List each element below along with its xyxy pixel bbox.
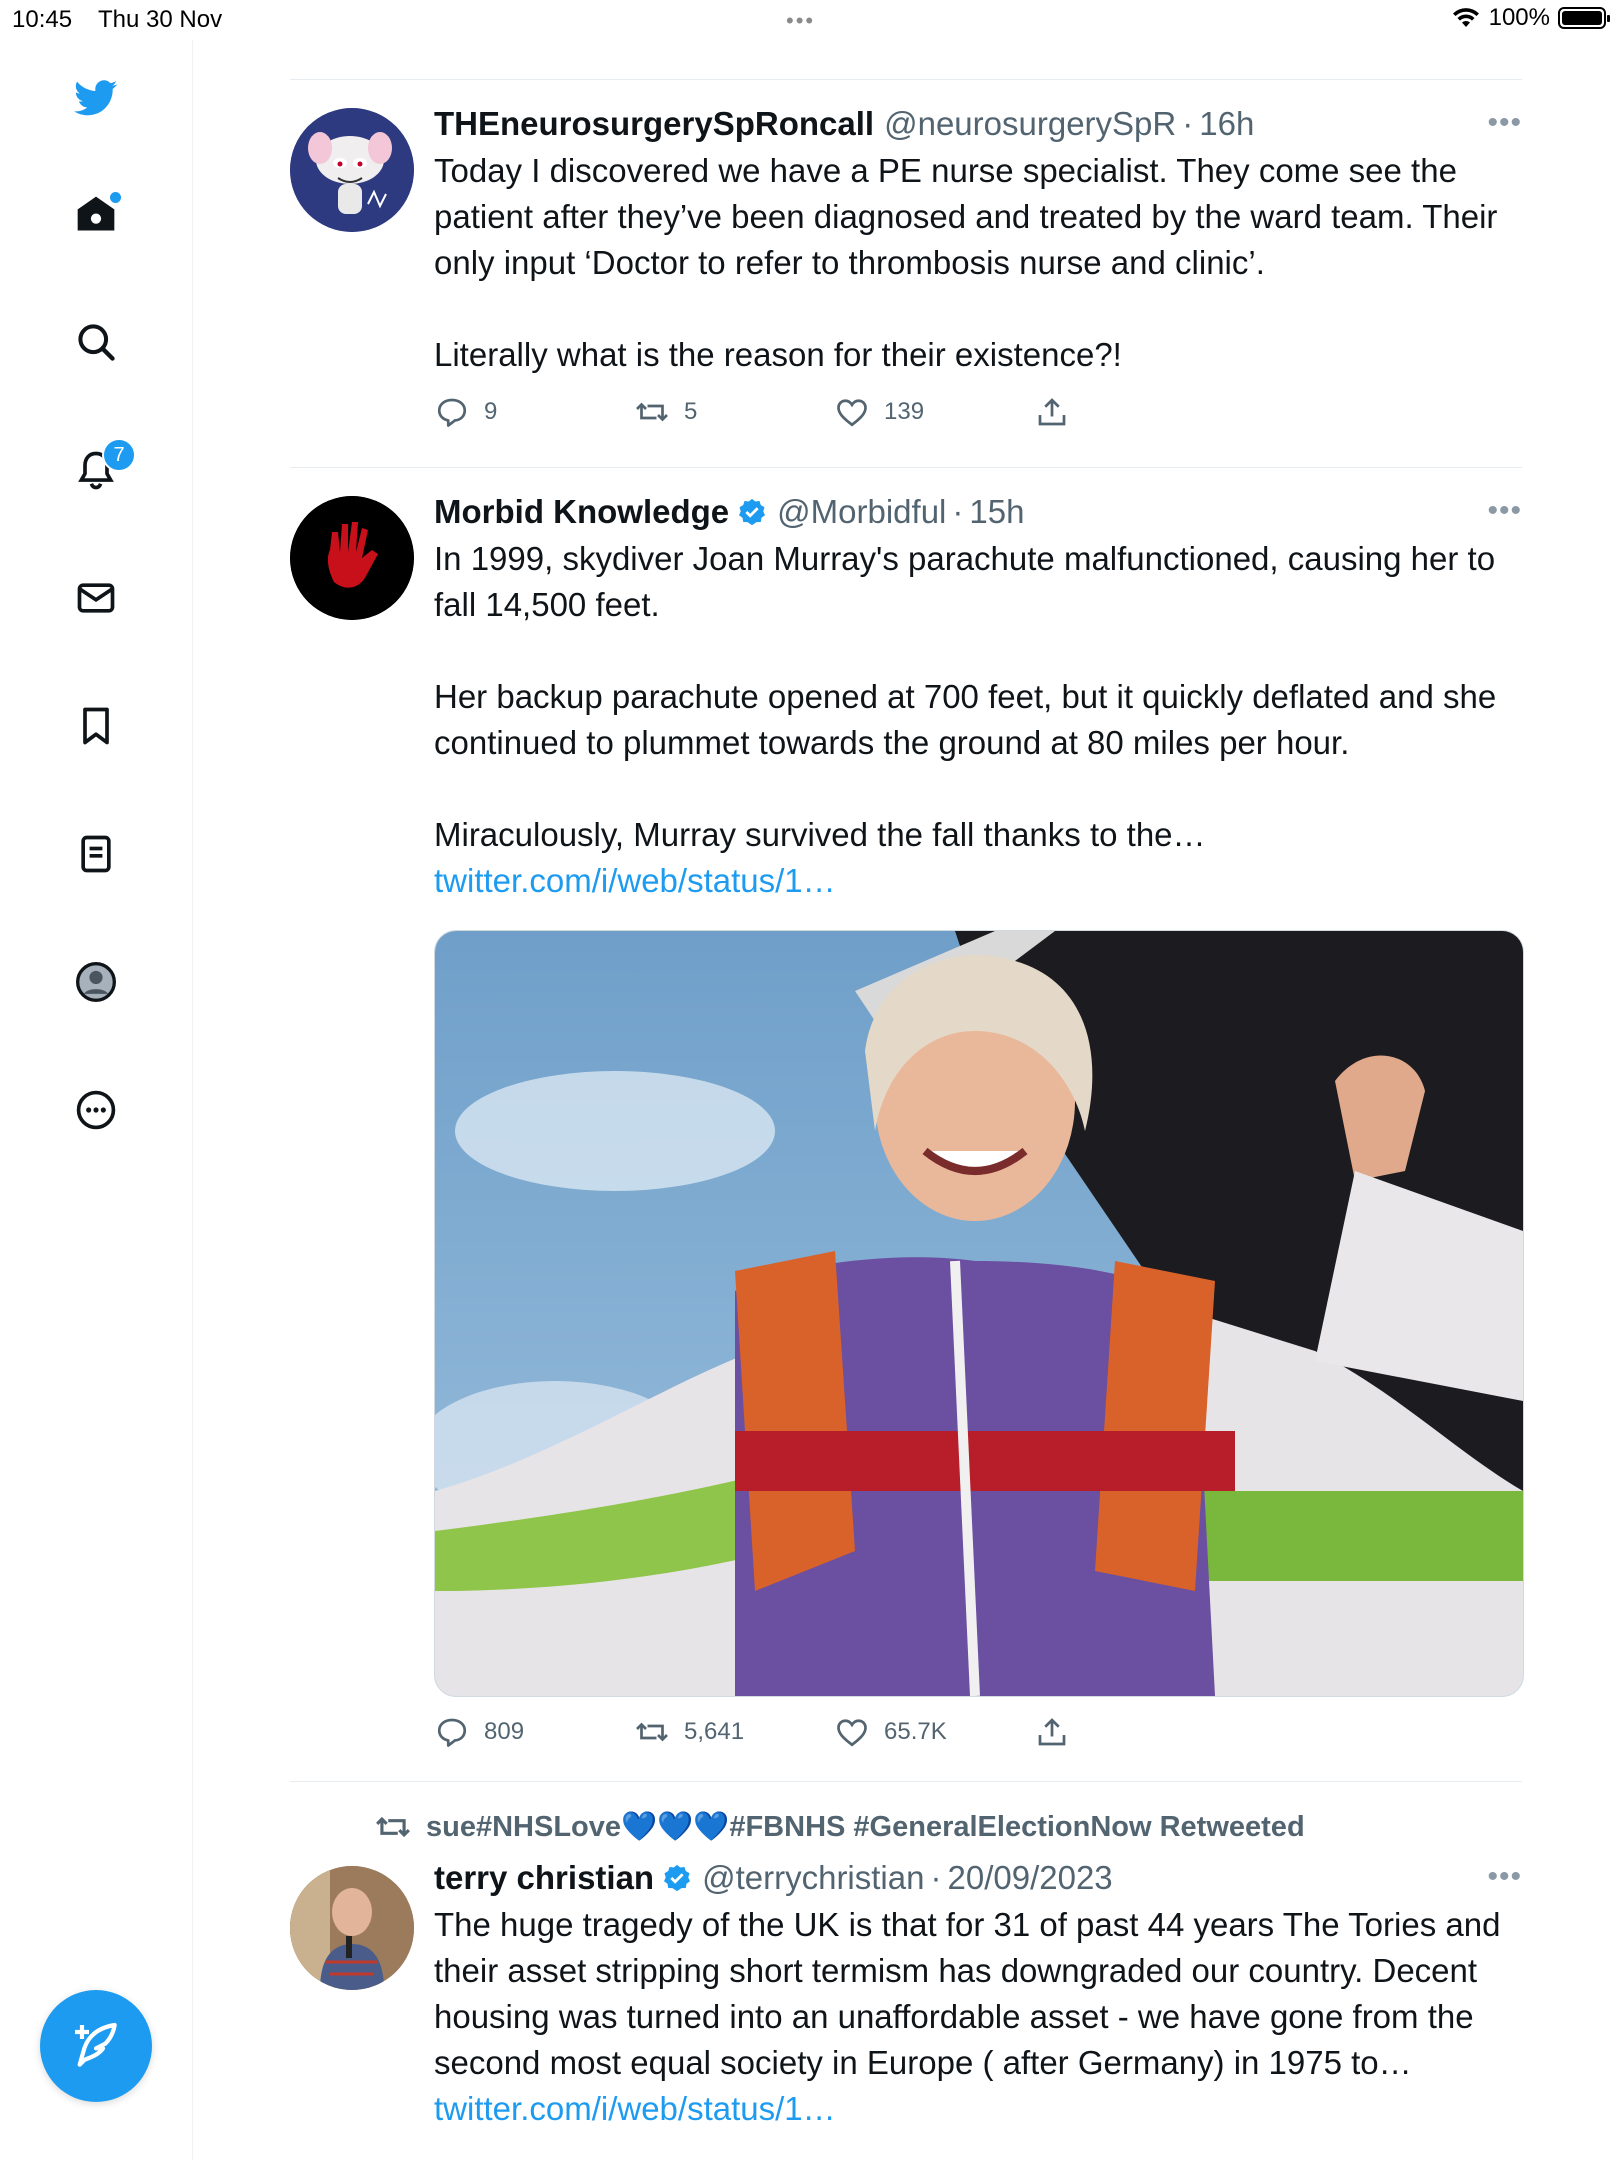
tweet-link[interactable]: twitter.com/i/web/status/1… [434,862,836,899]
tweet-card[interactable]: THEneurosurgerySpRoncall @neurosurgerySp… [290,104,1522,464]
tweet-text-content: The huge tragedy of the UK is that for 3… [434,1906,1501,2081]
lists-icon[interactable] [66,824,126,884]
share-icon [1038,1718,1066,1746]
share-icon [1038,398,1066,426]
tweet-link[interactable]: twitter.com/i/web/status/1… [434,2090,836,2127]
divider [290,79,1522,80]
author-name[interactable]: Morbid Knowledge [434,492,729,532]
messages-envelope-icon[interactable] [66,568,126,628]
reply-count: 809 [484,1718,525,1745]
author-handle[interactable]: @neurosurgerySpR [884,104,1176,144]
tweet-text-content: In 1999, skydiver Joan Murray's parachut… [434,540,1497,853]
divider [290,1781,1522,1782]
twitter-bird-icon[interactable] [66,68,126,128]
retweet-count: 5,641 [684,1718,745,1745]
notifications-bell-icon[interactable]: 7 [66,438,136,500]
skydiver-photo [435,931,1523,1696]
home-icon[interactable] [66,184,126,244]
tweet-body: Morbid Knowledge @Morbidful · 15h ••• In… [434,492,1522,904]
avatar[interactable] [290,496,414,620]
tweet-body: THEneurosurgerySpRoncall @neurosurgerySp… [434,104,1522,378]
retweet-icon [376,1816,410,1838]
like-count: 65.7K [884,1718,947,1745]
tweet-header: THEneurosurgerySpRoncall @neurosurgerySp… [434,104,1522,144]
reply-icon [437,398,467,427]
retweet-icon [636,1722,668,1742]
like-button[interactable]: 139 [834,394,1034,430]
status-time: 10:45 [12,6,73,33]
feather-plus-icon [75,2022,117,2067]
verified-badge-icon [664,1864,691,1892]
tweet-header: terry christian @terrychristian · 20/09/… [434,1858,1522,1898]
compose-tweet-button[interactable] [40,1990,152,2102]
notifications-count-badge: 7 [102,438,136,472]
status-date: Thu 30 Nov [98,6,223,33]
tweet-text: Today I discovered we have a PE nurse sp… [434,152,1498,373]
tweet-body: terry christian @terrychristian · 20/09/… [434,1858,1522,2132]
tweet-time[interactable]: 20/09/2023 [947,1858,1112,1898]
battery-icon [1558,7,1610,29]
tweet-more-icon[interactable]: ••• [1487,1860,1522,1894]
avatar[interactable] [290,1866,414,1990]
retweet-count: 5 [684,398,698,425]
tweet-actions: 9 5 139 [434,394,1234,430]
author-handle[interactable]: @terrychristian [702,1858,924,1898]
tweet-header: Morbid Knowledge @Morbidful · 15h [434,492,1522,532]
bookmarks-icon[interactable] [66,696,126,756]
author-name[interactable]: THEneurosurgerySpRoncall [434,104,874,144]
reply-button[interactable]: 809 [434,1714,634,1750]
home-unread-dot [110,192,121,203]
divider [290,467,1522,468]
retweeted-by-text: sue#NHSLove💙💙💙#FBNHS #GeneralElectionNow… [426,1811,1305,1843]
retweet-button[interactable]: 5 [634,394,834,430]
separator-dot: · [1182,105,1194,142]
tweet-image[interactable] [434,930,1524,1697]
separator-dot: · [952,493,964,530]
tweet-text: In 1999, skydiver Joan Murray's parachut… [434,536,1522,904]
reply-icon [437,1718,467,1747]
like-button[interactable]: 65.7K [834,1714,1034,1750]
tweet-time[interactable]: 16h [1199,104,1254,144]
separator-dot: · [930,1859,942,1896]
retweeted-by-line[interactable]: sue#NHSLove💙💙💙#FBNHS #GeneralElectionNow… [374,1808,1305,1846]
heart-icon [837,399,867,427]
tweet-actions: 809 5,641 65.7K [434,1714,1234,1750]
sidebar: 7 [0,40,193,2160]
retweet-icon [636,402,668,422]
reply-button[interactable]: 9 [434,394,634,430]
author-handle[interactable]: @Morbidful [777,492,946,532]
tweet-text: The huge tragedy of the UK is that for 3… [434,1902,1522,2132]
more-options-circle-icon[interactable] [66,1080,126,1140]
previous-tweet-actions-faded [290,18,1522,46]
verified-badge-icon [739,498,766,526]
tweet-more-icon[interactable]: ••• [1487,494,1522,528]
profile-avatar-icon[interactable] [66,952,126,1012]
like-count: 139 [884,398,925,425]
reply-count: 9 [484,398,498,425]
tweet-more-icon[interactable]: ••• [1487,106,1522,140]
share-button[interactable] [1034,394,1234,430]
author-name[interactable]: terry christian [434,1858,654,1898]
heart-icon [837,1719,867,1747]
tweet-card[interactable]: Morbid Knowledge @Morbidful · 15h ••• In… [290,492,1524,1772]
share-button[interactable] [1034,1714,1234,1750]
retweet-button[interactable]: 5,641 [634,1714,834,1750]
avatar[interactable] [290,108,414,232]
search-icon[interactable] [66,312,126,372]
tweet-time[interactable]: 15h [969,492,1024,532]
tweet-card[interactable]: sue#NHSLove💙💙💙#FBNHS #GeneralElectionNow… [290,1808,1522,2160]
